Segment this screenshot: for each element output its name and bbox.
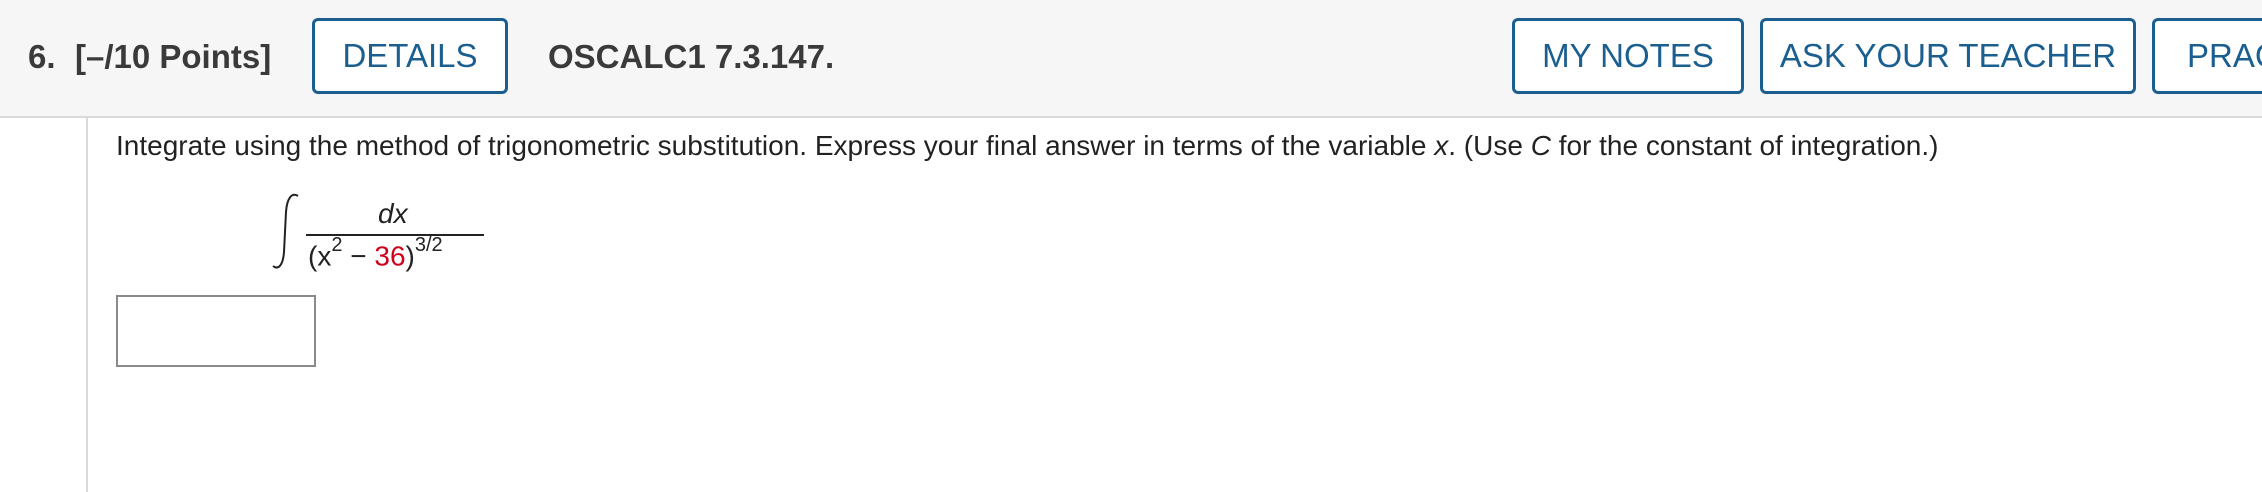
question-points: [–/10 Points] xyxy=(75,38,272,75)
question-number: 6. xyxy=(28,38,56,75)
denominator-exponent: 2 xyxy=(331,234,343,256)
denominator-open: (x xyxy=(308,240,332,272)
answer-input[interactable] xyxy=(116,295,316,367)
outer-exponent: 3/2 xyxy=(414,234,443,256)
problem-code: OSCALC1 7.3.147. xyxy=(548,38,835,75)
prompt-constant: C xyxy=(1530,130,1551,161)
question-header: 6. [–/10 Points] DETAILS OSCALC1 7.3.147… xyxy=(0,0,2262,118)
practice-button[interactable]: PRAC xyxy=(2152,18,2262,94)
integral-numerator: dx xyxy=(378,198,408,229)
denominator-constant: 36 xyxy=(374,240,406,272)
my-notes-button[interactable]: MY NOTES xyxy=(1512,18,1744,94)
prompt-variable: x xyxy=(1434,130,1449,161)
denominator-minus: − xyxy=(342,240,375,272)
ask-your-teacher-button[interactable]: ASK YOUR TEACHER xyxy=(1760,18,2136,94)
integral-expression: dx (x2 − 36)3/2 xyxy=(268,190,508,280)
question-page: 6. [–/10 Points] DETAILS OSCALC1 7.3.147… xyxy=(0,0,2262,492)
denominator-close: ) xyxy=(405,240,415,272)
details-button[interactable]: DETAILS xyxy=(312,18,508,94)
prompt-text-1: Integrate using the method of trigonomet… xyxy=(116,130,1435,161)
integral-sign-icon xyxy=(272,193,299,269)
question-left-border xyxy=(86,118,88,492)
integral-denominator: (x2 − 36)3/2 xyxy=(308,234,443,272)
question-prompt: Integrate using the method of trigonomet… xyxy=(116,130,1938,162)
prompt-text-2: . (Use xyxy=(1448,130,1531,161)
prompt-text-3: for the constant of integration.) xyxy=(1550,130,1939,161)
